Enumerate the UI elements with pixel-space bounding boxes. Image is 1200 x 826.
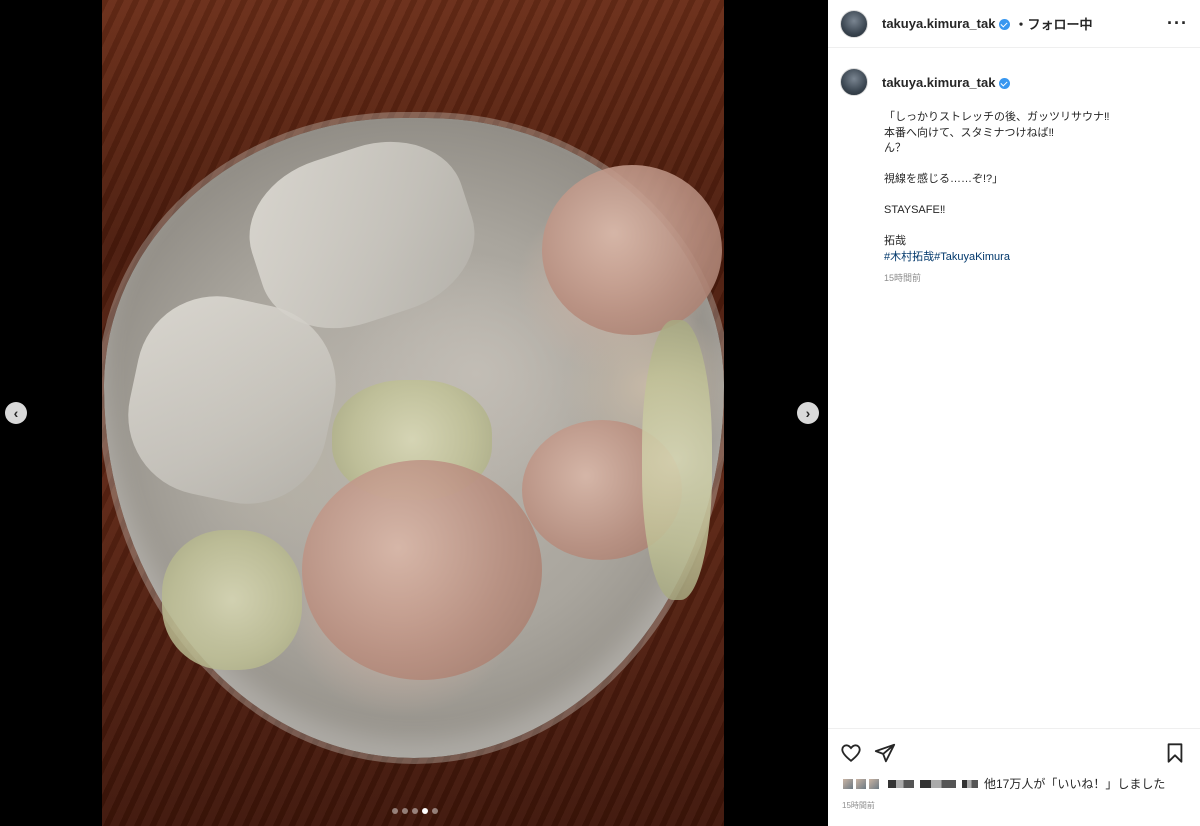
caption-timestamp: 15時間前 (884, 272, 922, 283)
caption-text: 「しっかりストレッチの後、ガッツリサウナ‼ 本番へ向けて、スタミナつけねば‼ ん… (884, 111, 1110, 247)
heart-icon[interactable] (840, 742, 864, 766)
caption-header: takuya.kimura_tak (840, 68, 1188, 96)
hashtag-link[interactable]: #TakuyaKimura (934, 251, 1010, 263)
bookmark-icon[interactable] (1164, 742, 1188, 766)
avatar[interactable] (840, 9, 868, 38)
carousel-dot (432, 808, 438, 814)
caption-hashtags: #木村拓哉#TakuyaKimura (884, 250, 1188, 265)
previous-image-button[interactable]: ‹ (5, 402, 27, 424)
post-header: takuya.kimura_tak ・ フォロー中 ··· (828, 0, 1200, 48)
caption-section: takuya.kimura_tak 「しっかりストレッチの後、ガッツリサウナ‼ … (828, 48, 1200, 728)
likes-count-text[interactable]: 他17万人が「いいね！」しました (984, 775, 1165, 792)
meatball (302, 460, 542, 680)
share-icon[interactable] (874, 742, 898, 766)
carousel-dots (392, 808, 438, 814)
redacted-username (962, 779, 978, 788)
header-username[interactable]: takuya.kimura_tak (882, 16, 995, 31)
redacted-username (888, 779, 914, 788)
cabbage-piece (642, 320, 712, 600)
next-image-button[interactable]: › (797, 402, 819, 424)
meatball (542, 165, 722, 335)
avatar[interactable] (840, 68, 868, 96)
action-bar: 他17万人が「いいね！」しました 15時間前 (828, 728, 1200, 826)
redacted-username (920, 779, 956, 788)
liker-avatars[interactable] (842, 777, 880, 790)
header-separator: ・ (1014, 17, 1028, 32)
following-button[interactable]: フォロー中 (1027, 14, 1092, 33)
post-side-panel: takuya.kimura_tak ・ フォロー中 ··· takuya.kim… (828, 0, 1200, 826)
carousel-dot-active (422, 808, 428, 814)
carousel-dot (402, 808, 408, 814)
post-timestamp: 15時間前 (842, 801, 875, 810)
avatar (868, 777, 880, 790)
caption-username[interactable]: takuya.kimura_tak (882, 75, 995, 90)
likes-summary: 他17万人が「いいね！」しました (828, 769, 1200, 792)
carousel-dot (392, 808, 398, 814)
verified-icon (999, 77, 1011, 89)
action-row (828, 729, 1200, 769)
more-options-icon[interactable]: ··· (1167, 13, 1188, 34)
verified-icon (999, 19, 1011, 30)
post-photo (102, 0, 724, 826)
avatar (855, 777, 867, 790)
carousel-dot (412, 808, 418, 814)
cabbage-piece (162, 530, 302, 670)
media-viewer: ‹ › (0, 0, 828, 826)
avatar (842, 777, 854, 790)
hashtag-link[interactable]: #木村拓哉 (884, 251, 934, 263)
